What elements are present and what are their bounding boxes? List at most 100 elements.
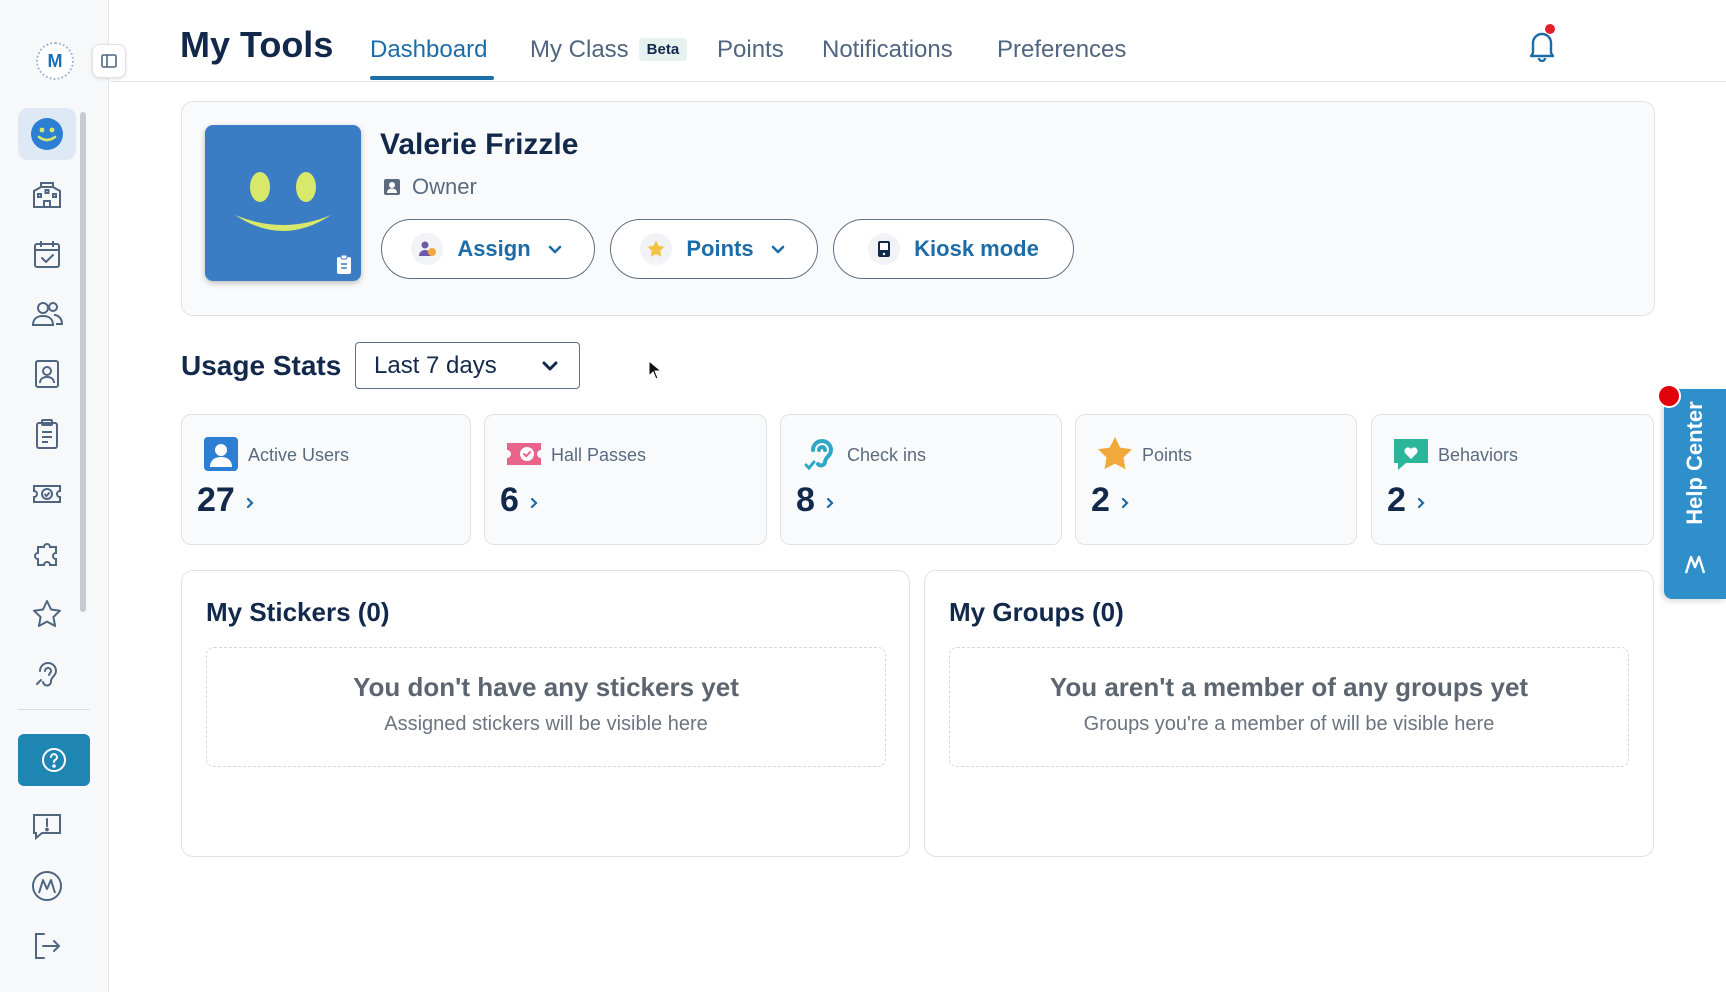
active-tab-indicator bbox=[370, 76, 494, 80]
stat-label: Behaviors bbox=[1438, 445, 1519, 465]
tab-points[interactable]: Points bbox=[717, 36, 784, 64]
puzzle-icon bbox=[34, 543, 57, 566]
sidebar-item-clipboard[interactable] bbox=[18, 408, 76, 460]
stat-number: 27 bbox=[197, 481, 235, 519]
stat-value: 2 bbox=[1091, 481, 1132, 520]
kiosk-icon bbox=[878, 241, 891, 257]
sidebar-item-integrations[interactable] bbox=[18, 528, 76, 580]
stickers-panel: My Stickers (0) You don't have any stick… bbox=[181, 570, 910, 857]
stat-label: Hall Passes bbox=[551, 445, 647, 465]
stickers-empty-state: You don't have any stickers yet Assigned… bbox=[206, 647, 886, 767]
empty-state-subtitle: Groups you're a member of will be visibl… bbox=[1083, 713, 1495, 735]
brand-logo-icon bbox=[1684, 555, 1706, 574]
points-icon-wrap bbox=[640, 233, 673, 265]
empty-state-title: You don't have any stickers yet bbox=[353, 672, 739, 702]
assign-icon bbox=[419, 241, 437, 256]
user-role: Owner bbox=[382, 174, 477, 200]
tab-label: My Class bbox=[530, 36, 629, 63]
stat-check-ins[interactable]: Check ins 8 bbox=[780, 414, 1062, 545]
bell-icon[interactable] bbox=[1526, 28, 1558, 62]
chevron-right-icon bbox=[1121, 497, 1129, 508]
groups-title: My Groups (0) bbox=[949, 597, 1124, 627]
top-header: My Tools Dashboard My Class Beta Points N… bbox=[110, 0, 1726, 82]
ear-check-icon bbox=[804, 439, 834, 471]
assign-icon-wrap bbox=[411, 233, 444, 265]
user-name: Valerie Frizzle bbox=[380, 128, 579, 161]
sidebar-item-dashboard[interactable] bbox=[18, 108, 76, 160]
chevron-down-icon bbox=[542, 361, 558, 370]
sidebar-item-school[interactable] bbox=[18, 168, 76, 220]
kiosk-label: Kiosk mode bbox=[914, 236, 1039, 261]
sidebar-item-checkins[interactable] bbox=[18, 648, 76, 700]
sidebar: M bbox=[0, 0, 109, 992]
tab-dashboard[interactable]: Dashboard bbox=[370, 36, 487, 64]
tab-notifications[interactable]: Notifications bbox=[822, 36, 953, 64]
mouse-cursor bbox=[648, 360, 662, 380]
chevron-right-icon bbox=[826, 497, 834, 508]
chevron-down-icon bbox=[548, 245, 561, 254]
stat-active-users[interactable]: Active Users 27 bbox=[181, 414, 471, 545]
kiosk-icon-wrap bbox=[868, 233, 901, 265]
stat-value: 2 bbox=[1387, 481, 1428, 520]
calendar-check-icon bbox=[34, 241, 60, 268]
feedback-button[interactable] bbox=[18, 800, 76, 852]
sidebar-collapse-button[interactable] bbox=[92, 44, 126, 78]
empty-state-title: You aren't a member of any groups yet bbox=[1049, 672, 1529, 702]
sidebar-item-calendar[interactable] bbox=[18, 228, 76, 280]
help-button[interactable] bbox=[18, 734, 90, 786]
app-root: M My Tools Dashboard My Class Beta Point… bbox=[0, 0, 1726, 992]
clipboard-badge-icon bbox=[337, 254, 351, 274]
date-range-select[interactable]: Last 7 days bbox=[355, 342, 580, 389]
stat-value: 6 bbox=[500, 481, 541, 520]
star-icon bbox=[647, 240, 665, 257]
tab-my-class[interactable]: My Class Beta bbox=[530, 36, 688, 64]
tab-preferences[interactable]: Preferences bbox=[997, 36, 1126, 64]
notification-dot bbox=[1545, 24, 1555, 34]
feedback-icon bbox=[33, 814, 61, 841]
role-label: Owner bbox=[412, 174, 477, 199]
heart-chat-icon bbox=[1394, 439, 1428, 470]
sidebar-item-points[interactable] bbox=[18, 588, 76, 640]
stat-hall-passes[interactable]: Hall Passes 6 bbox=[484, 414, 767, 545]
help-icon bbox=[42, 748, 66, 772]
usage-stats-title: Usage Stats bbox=[181, 350, 342, 381]
assign-label: Assign bbox=[457, 236, 531, 261]
star-icon bbox=[33, 600, 61, 627]
help-notification-dot bbox=[1657, 384, 1681, 408]
users-icon bbox=[31, 302, 64, 326]
sidebar-item-profile[interactable] bbox=[18, 348, 76, 400]
brand-logo-icon bbox=[32, 871, 62, 901]
page-title: My Tools bbox=[180, 24, 334, 65]
stat-number: 2 bbox=[1091, 481, 1110, 519]
sidebar-item-users[interactable] bbox=[18, 288, 76, 340]
beta-badge: Beta bbox=[638, 38, 688, 61]
kiosk-mode-button[interactable]: Kiosk mode bbox=[833, 219, 1074, 279]
chevron-right-icon bbox=[246, 497, 254, 508]
chevron-right-icon bbox=[530, 497, 538, 508]
tab-label: Points bbox=[717, 36, 784, 63]
tab-label: Dashboard bbox=[370, 36, 488, 63]
sidebar-scrollbar[interactable] bbox=[80, 112, 86, 612]
help-center-tab[interactable]: Help Center bbox=[1664, 389, 1726, 599]
hall-pass-icon bbox=[507, 443, 541, 465]
sidebar-divider bbox=[18, 709, 90, 710]
brand-button[interactable] bbox=[18, 860, 76, 912]
stat-points[interactable]: Points 2 bbox=[1075, 414, 1357, 545]
sidebar-item-passes[interactable] bbox=[18, 468, 76, 520]
id-card-icon bbox=[35, 360, 59, 388]
points-button[interactable]: Points bbox=[610, 219, 818, 279]
profile-card: Valerie Frizzle Owner Assign Points Kios… bbox=[181, 101, 1655, 316]
star-icon bbox=[1098, 437, 1132, 470]
empty-state-subtitle: Assigned stickers will be visible here bbox=[384, 713, 708, 735]
chevron-down-icon bbox=[771, 245, 784, 254]
user-card-icon bbox=[204, 437, 238, 471]
clipboard-icon bbox=[36, 419, 58, 449]
groups-panel: My Groups (0) You aren't a member of any… bbox=[924, 570, 1654, 857]
logout-button[interactable] bbox=[18, 920, 76, 972]
assign-button[interactable]: Assign bbox=[381, 219, 595, 279]
stat-behaviors[interactable]: Behaviors 2 bbox=[1371, 414, 1654, 545]
avatar[interactable] bbox=[205, 125, 361, 281]
ear-icon bbox=[36, 662, 58, 687]
app-logo[interactable]: M bbox=[36, 42, 74, 80]
stat-label: Check ins bbox=[847, 445, 927, 465]
